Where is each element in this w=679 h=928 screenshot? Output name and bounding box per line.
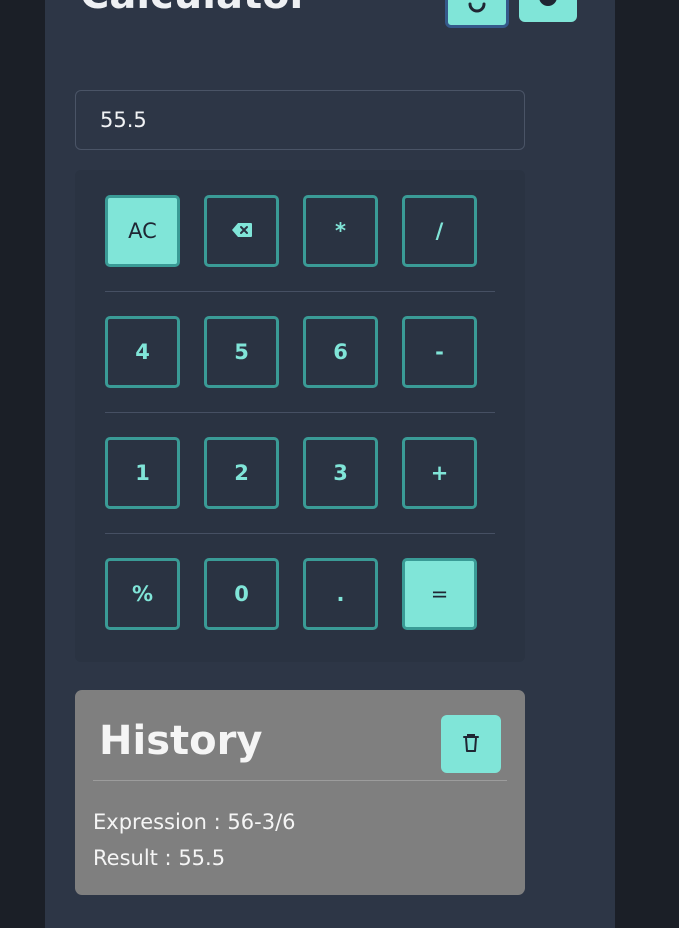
digit-1-button[interactable]: 1: [105, 437, 180, 509]
digit-0-button[interactable]: 0: [204, 558, 279, 630]
digit-5-button[interactable]: 5: [204, 316, 279, 388]
add-button[interactable]: +: [402, 437, 477, 509]
app-title: Calculator: [80, 0, 309, 18]
history-panel: History Expression : 56-3/6 Result : 55.…: [75, 690, 525, 895]
digit-4-button[interactable]: 4: [105, 316, 180, 388]
clear-history-button[interactable]: [441, 715, 501, 773]
keypad-row-4: % 0 . =: [105, 558, 495, 630]
history-result: Result : 55.5: [93, 846, 226, 870]
theme-toggle-button[interactable]: [519, 0, 577, 22]
decimal-button[interactable]: .: [303, 558, 378, 630]
keypad: AC * / 4 5 6 - 1 2 3 + % 0 . =: [75, 170, 525, 662]
equals-button[interactable]: =: [402, 558, 477, 630]
history-expression: Expression : 56-3/6: [93, 810, 296, 834]
divide-button[interactable]: /: [402, 195, 477, 267]
row-divider: [105, 412, 495, 413]
row-divider: [105, 533, 495, 534]
history-toggle-button[interactable]: [445, 0, 509, 28]
backspace-button[interactable]: [204, 195, 279, 267]
history-divider: [93, 780, 507, 781]
subtract-button[interactable]: -: [402, 316, 477, 388]
history-title: History: [99, 718, 263, 764]
row-divider: [105, 291, 495, 292]
keypad-row-2: 4 5 6 -: [105, 316, 495, 388]
moon-icon: [537, 0, 559, 14]
digit-2-button[interactable]: 2: [204, 437, 279, 509]
calculator-panel: Calculator AC: [45, 0, 615, 928]
percent-button[interactable]: %: [105, 558, 180, 630]
clear-all-button[interactable]: AC: [105, 195, 180, 267]
backspace-icon: [231, 219, 253, 243]
keypad-row-1: AC * /: [105, 195, 495, 267]
digit-3-button[interactable]: 3: [303, 437, 378, 509]
history-icon: [467, 2, 487, 17]
multiply-button[interactable]: *: [303, 195, 378, 267]
keypad-row-3: 1 2 3 +: [105, 437, 495, 509]
display-input[interactable]: [75, 90, 525, 150]
digit-6-button[interactable]: 6: [303, 316, 378, 388]
trash-icon: [463, 733, 479, 756]
